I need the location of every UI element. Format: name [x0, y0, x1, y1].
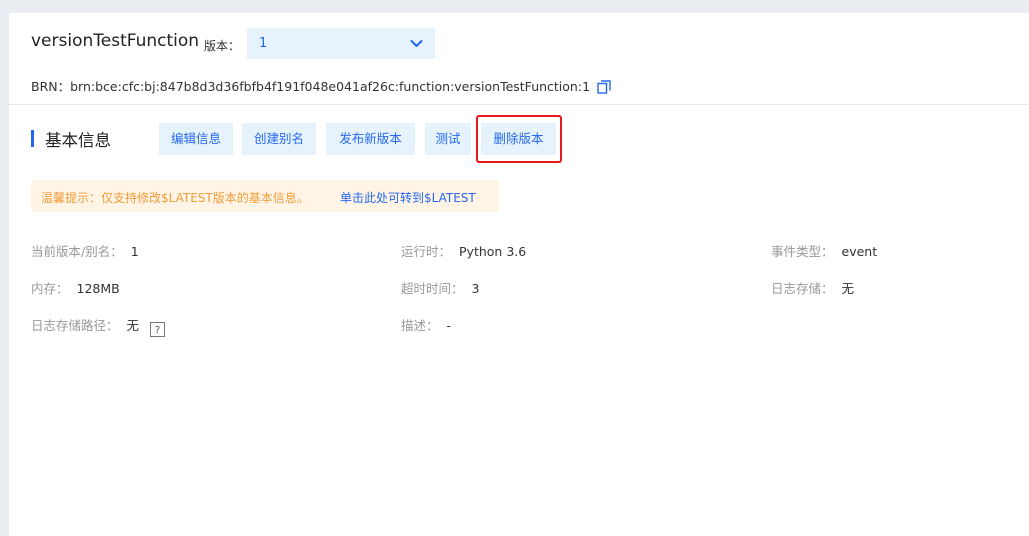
brn-value: brn:bce:cfc:bj:847b8d3d36fbfb4f191f048e0… [70, 79, 591, 94]
publish-version-button[interactable]: 发布新版本 [326, 123, 415, 155]
create-alias-button[interactable]: 创建别名 [242, 123, 316, 155]
field-log-storage: 日志存储： 无 [771, 278, 854, 297]
version-label: 版本： [204, 39, 241, 53]
description-value: - [446, 318, 452, 333]
field-log-path: 日志存储路径： 无? [31, 315, 166, 337]
field-timeout: 超时时间： 3 [401, 278, 479, 297]
chevron-down-icon [410, 40, 423, 47]
function-header: versionTestFunction 版本： 1 BRN：brn:bce:cf… [9, 13, 1029, 105]
log-storage-label: 日志存储： [771, 281, 834, 296]
memory-label: 内存： [31, 281, 69, 296]
tip-banner: 温馨提示：仅支持修改$LATEST版本的基本信息。 单击此处可转到$LATEST [31, 180, 499, 212]
field-memory: 内存： 128MB [31, 278, 120, 297]
version-select-value: 1 [259, 36, 268, 51]
log-path-label: 日志存储路径： [31, 318, 119, 333]
log-storage-value: 无 [841, 281, 855, 296]
log-path-value: 无 [126, 318, 140, 333]
tip-text: 温馨提示：仅支持修改$LATEST版本的基本信息。 [41, 191, 309, 205]
description-label: 描述： [401, 318, 439, 333]
runtime-label: 运行时： [401, 244, 452, 259]
event-type-value: event [841, 244, 878, 259]
version-select[interactable]: 1 [247, 28, 435, 59]
goto-latest-link[interactable]: 单击此处可转到$LATEST [340, 189, 476, 206]
field-event-type: 事件类型： event [771, 241, 877, 260]
help-icon[interactable]: ? [150, 322, 166, 337]
timeout-label: 超时时间： [401, 281, 464, 296]
version-alias-label: 当前版本/别名： [31, 244, 123, 259]
function-name: versionTestFunction [31, 31, 200, 51]
delete-version-button[interactable]: 删除版本 [481, 123, 556, 155]
field-version-alias: 当前版本/别名： 1 [31, 241, 139, 260]
event-type-label: 事件类型： [771, 244, 834, 259]
memory-value: 128MB [76, 281, 120, 296]
function-detail-panel: versionTestFunction 版本： 1 BRN：brn:bce:cf… [9, 13, 1029, 536]
section-title: 基本信息 [45, 131, 111, 150]
runtime-value: Python 3.6 [459, 244, 527, 259]
copy-icon[interactable] [597, 80, 611, 94]
timeout-value: 3 [471, 281, 480, 296]
section-accent-bar [31, 130, 34, 147]
field-description: 描述： - [401, 315, 451, 334]
brn-label: BRN： [31, 79, 71, 94]
brn-row: BRN：brn:bce:cfc:bj:847b8d3d36fbfb4f191f0… [31, 76, 611, 95]
test-button[interactable]: 测试 [425, 123, 471, 155]
version-alias-value: 1 [130, 244, 139, 259]
field-runtime: 运行时： Python 3.6 [401, 241, 526, 260]
edit-info-button[interactable]: 编辑信息 [159, 123, 233, 155]
